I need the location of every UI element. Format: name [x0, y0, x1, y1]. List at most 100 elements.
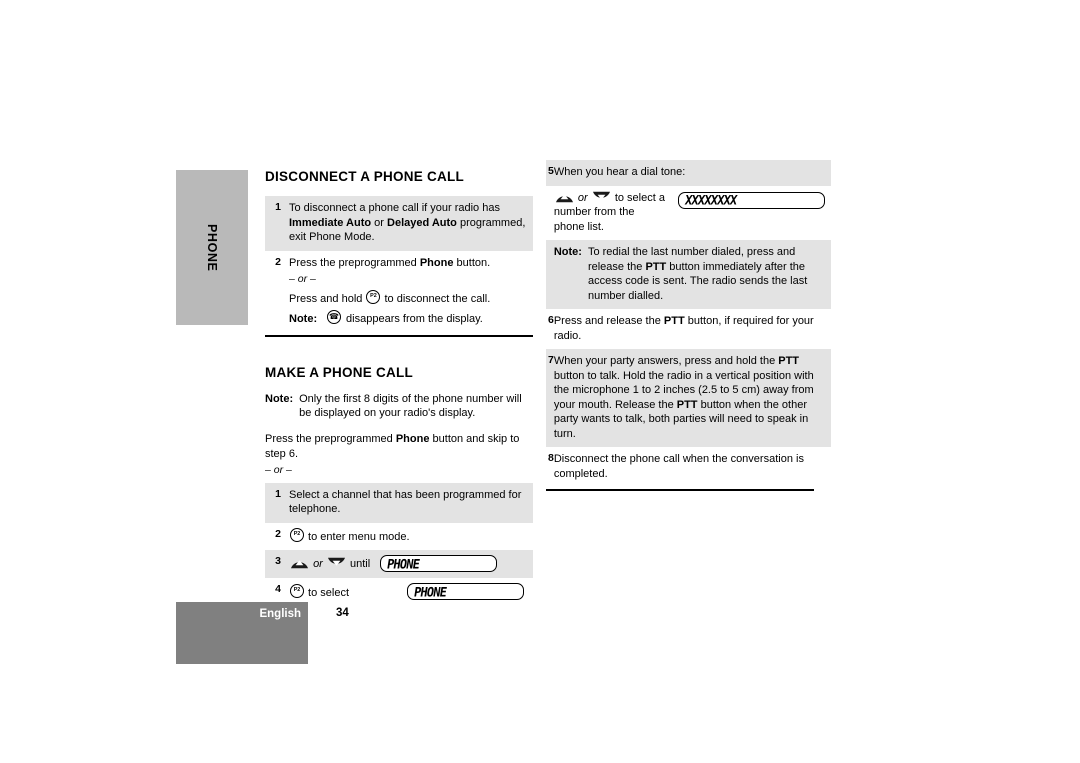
disconnect-steps-table: 1 To disconnect a phone call if your rad…: [265, 196, 533, 333]
step-body: to enter menu mode.: [289, 523, 533, 551]
rocker-up-icon: [290, 557, 309, 569]
phone-handset-indicator-icon: [327, 310, 341, 325]
step-number: 2: [275, 527, 281, 540]
note-text: disappears from the display.: [343, 313, 483, 326]
step-number: 1: [265, 196, 289, 251]
section-divider-rule: [265, 334, 533, 337]
step1-bold-delayed-auto: Delayed Auto: [387, 216, 457, 229]
redial-note: Note: To redial the last number dialed, …: [553, 240, 831, 310]
note-label: Note:: [553, 246, 582, 259]
right-column: 5 When you hear a dial tone: or to selec…: [546, 160, 831, 492]
step-body: or until PHONE: [289, 550, 533, 579]
lcd-wrapper: PHONE: [407, 583, 524, 601]
table-row: 3 or until PHONE: [265, 550, 533, 579]
p2-key-icon: [366, 289, 381, 304]
step2-text-b: button.: [453, 256, 491, 269]
step-body: When you hear a dial tone:: [553, 160, 831, 186]
step-body: To disconnect a phone call if your radio…: [289, 196, 533, 251]
or-separator: – or –: [289, 273, 316, 286]
step5-heading: When you hear a dial tone:: [553, 166, 686, 178]
step2-text-a: Press the preprogrammed: [289, 256, 420, 269]
step-body: Disconnect the phone call when the conve…: [553, 453, 804, 480]
p2-key-icon: [290, 583, 304, 598]
intro-bold-phone: Phone: [395, 432, 430, 445]
or-text: or: [577, 191, 588, 204]
table-row: 5 When you hear a dial tone:: [546, 160, 831, 186]
step3-instruction: or until: [289, 557, 370, 572]
table-row: Note: To redial the last number dialed, …: [546, 240, 831, 310]
step5-instruction: or to select a number from the phone lis…: [554, 191, 666, 235]
step7-text-a: When your party answers, press and hold …: [553, 355, 779, 368]
step-body: Press and release the PTT button, if req…: [554, 309, 831, 349]
lcd-text: PHONE: [412, 584, 448, 600]
step2-text-c: Press and hold: [289, 292, 366, 305]
step5-detail: or to select a number from the phone lis…: [554, 186, 831, 241]
table-row: 6 Press and release the PTT button, if r…: [546, 309, 831, 349]
make-call-note: Note: Only the first 8 digits of the pho…: [265, 392, 533, 421]
step1-bold-immediate-auto: Immediate Auto: [289, 216, 372, 229]
footer-block: English: [176, 602, 308, 664]
step-body: Press the preprogrammed Phone button. – …: [289, 251, 533, 333]
lcd-wrapper: PHONE: [380, 555, 498, 573]
section-title-disconnect: DISCONNECT A PHONE CALL: [265, 169, 465, 184]
make-call-steps-continued-table: 5 When you hear a dial tone: or to selec…: [546, 160, 831, 487]
step1-text-b: or: [371, 216, 388, 229]
step7-bold-ptt-1: PTT: [778, 355, 800, 368]
lcd-display-number: XXXXXXXX: [677, 191, 825, 209]
step-body: Select a channel that has been programme…: [289, 482, 533, 523]
make-call-steps-table: 1 Select a channel that has been program…: [265, 482, 533, 607]
or-text: or: [313, 557, 323, 570]
step-body: to select PHONE: [289, 578, 533, 606]
lcd-display-phone: PHONE: [380, 555, 498, 573]
table-row: 7 When your party answers, press and hol…: [546, 349, 831, 448]
step3-until-text: until: [349, 557, 371, 570]
lcd-wrapper: XXXXXXXX: [677, 191, 825, 209]
section-divider-rule: [546, 489, 814, 492]
step2-note: Note: disappears from the display.: [289, 310, 527, 327]
table-row: 2 Press the preprogrammed Phone button. …: [265, 251, 533, 333]
step-number: 7: [546, 349, 554, 448]
step-number-spacer: [546, 240, 554, 310]
lcd-display-phone: PHONE: [407, 583, 524, 601]
note-label: Note:: [289, 313, 318, 326]
step-text: to enter menu mode.: [305, 530, 410, 543]
note-text: To redial the last number dialed, press …: [588, 245, 825, 303]
note-label: Note:: [265, 392, 294, 405]
step-number: 3: [265, 550, 289, 579]
note-bold-ptt: PTT: [645, 260, 667, 273]
step-number: 5: [546, 160, 554, 186]
step1-text-a: To disconnect a phone call if your radio…: [289, 202, 500, 214]
intro-text-a: Press the preprogrammed: [265, 432, 396, 445]
step6-bold-ptt: PTT: [663, 315, 685, 328]
rocker-up-icon: [555, 191, 574, 203]
step2-text-d: to disconnect the call.: [381, 292, 491, 305]
step-number: 6: [548, 314, 554, 327]
or-separator: – or –: [265, 464, 292, 477]
make-call-intro: Press the preprogrammed Phone button and…: [265, 432, 533, 478]
table-row: 1 To disconnect a phone call if your rad…: [265, 196, 533, 251]
section-title-make-call: MAKE A PHONE CALL: [265, 364, 413, 380]
step2-bold-phone: Phone: [419, 256, 454, 269]
step-number: 2: [275, 255, 281, 268]
note-text: Only the first 8 digits of the phone num…: [299, 392, 522, 420]
rocker-down-icon: [592, 191, 611, 203]
step4-instruction: to select: [289, 583, 397, 601]
step4-text: to select: [305, 586, 350, 599]
side-tab-phone: PHONE: [176, 170, 248, 325]
table-row: or to select a number from the phone lis…: [546, 186, 831, 241]
p2-key-icon: [290, 527, 304, 542]
page-number: 34: [336, 607, 349, 619]
lcd-text: XXXXXXXX: [683, 192, 738, 208]
step6-text-a: Press and release the: [553, 315, 664, 328]
step-number-spacer: [546, 186, 554, 241]
lcd-text: PHONE: [385, 556, 421, 572]
footer-language-label: English: [259, 608, 301, 620]
side-tab-label: PHONE: [205, 223, 219, 272]
table-row: 8 Disconnect the phone call when the con…: [546, 447, 831, 487]
step7-bold-ptt-2: PTT: [676, 398, 698, 411]
table-row: 2 to enter menu mode.: [265, 523, 533, 551]
table-row: 1 Select a channel that has been program…: [265, 482, 533, 523]
step-number: 8: [548, 452, 554, 465]
step-number: 1: [265, 482, 289, 523]
step-body: When your party answers, press and hold …: [553, 349, 831, 448]
